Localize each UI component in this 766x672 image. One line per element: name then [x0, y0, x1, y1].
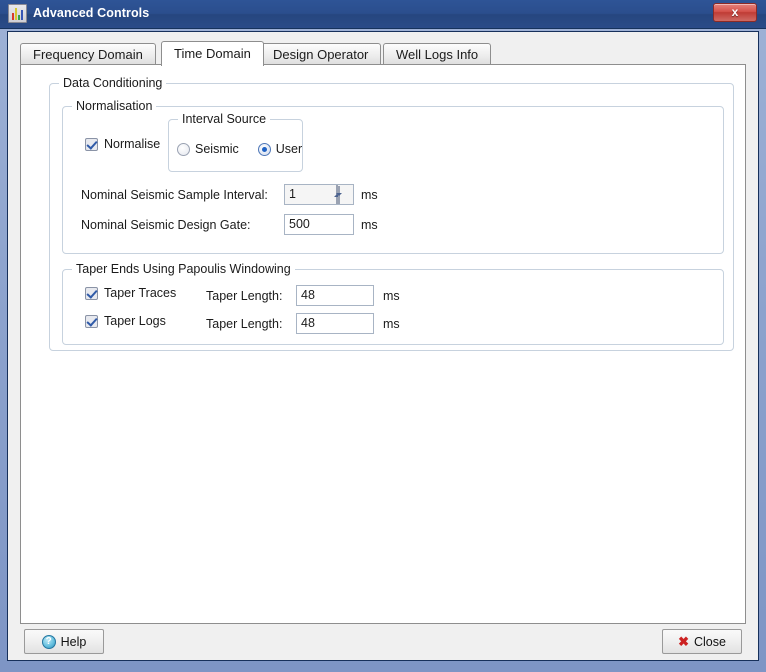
close-button[interactable]: ✖ Close	[662, 629, 742, 654]
interval-source-options: Seismic User	[177, 142, 302, 159]
advanced-controls-window: Advanced Controls x Frequency Domain Tim…	[0, 0, 766, 672]
question-circle-icon	[41, 634, 56, 649]
sample-interval-unit: ms	[361, 188, 378, 202]
normalise-label: Normalise	[104, 137, 161, 151]
help-button-label: Help	[60, 634, 87, 649]
tab-frequency-domain[interactable]: Frequency Domain	[20, 43, 156, 65]
group-interval-source: Interval Source Seismic User	[168, 112, 303, 172]
taper-traces-checkbox-row[interactable]: Taper Traces	[85, 286, 176, 300]
window-close-button[interactable]: x	[713, 3, 757, 22]
radio-row-user[interactable]: User	[257, 142, 303, 156]
spinner-down-icon[interactable]	[338, 186, 340, 204]
normalise-checkbox-row[interactable]: Normalise	[85, 137, 160, 151]
taper-logs-checkbox[interactable]	[85, 314, 98, 328]
sample-interval-stepper[interactable]: 1	[284, 184, 354, 205]
close-icon: x	[731, 5, 739, 19]
radio-label-user: User	[275, 142, 303, 156]
dialog-footer: Help ✖ Close	[8, 624, 758, 660]
taper-logs-label: Taper Logs	[104, 314, 166, 328]
group-taper-ends: Taper Ends Using Papoulis Windowing Tape…	[62, 262, 724, 345]
radio-row-seismic[interactable]: Seismic	[177, 142, 239, 156]
window-client-area: Frequency Domain Time Domain Design Oper…	[7, 31, 759, 661]
tabstrip: Frequency Domain Time Domain Design Oper…	[20, 41, 740, 66]
design-gate-label: Nominal Seismic Design Gate:	[81, 218, 251, 232]
design-gate-input[interactable]: 500	[284, 214, 354, 235]
taper-logs-length-input[interactable]: 48	[296, 313, 374, 334]
window-titlebar: Advanced Controls x	[0, 0, 766, 29]
red-x-icon: ✖	[678, 634, 689, 649]
group-legend-taper: Taper Ends Using Papoulis Windowing	[72, 262, 295, 276]
taper-traces-length-input[interactable]: 48	[296, 285, 374, 306]
normalise-checkbox[interactable]	[85, 137, 98, 151]
group-legend-data-conditioning: Data Conditioning	[59, 76, 167, 90]
window-title: Advanced Controls	[33, 6, 150, 20]
design-gate-unit: ms	[361, 218, 378, 232]
help-button[interactable]: Help	[24, 629, 104, 654]
sample-interval-value: 1	[289, 187, 296, 201]
group-normalisation: Normalisation Normalise Interval Source …	[62, 99, 724, 254]
tab-well-logs-info[interactable]: Well Logs Info	[383, 43, 492, 65]
taper-logs-checkbox-row[interactable]: Taper Logs	[85, 314, 166, 328]
tab-page-time-domain: Data Conditioning Normalisation Normalis…	[20, 64, 746, 624]
radio-user[interactable]	[257, 142, 271, 156]
close-button-label: Close	[693, 634, 726, 649]
taper-logs-length-label: Taper Length:	[206, 317, 283, 331]
group-legend-interval-source: Interval Source	[178, 112, 271, 126]
taper-traces-label: Taper Traces	[104, 286, 177, 300]
group-data-conditioning: Data Conditioning Normalisation Normalis…	[49, 76, 734, 351]
tab-design-operator[interactable]: Design Operator	[260, 43, 382, 65]
sample-interval-label: Nominal Seismic Sample Interval:	[81, 188, 268, 202]
group-legend-normalisation: Normalisation	[72, 99, 157, 113]
taper-logs-unit: ms	[383, 317, 400, 331]
taper-traces-unit: ms	[383, 289, 400, 303]
radio-label-seismic: Seismic	[195, 142, 239, 156]
tab-time-domain[interactable]: Time Domain	[161, 41, 264, 66]
taper-traces-checkbox[interactable]	[85, 286, 98, 300]
radio-seismic[interactable]	[177, 142, 190, 156]
taper-traces-length-label: Taper Length:	[206, 289, 283, 303]
sample-interval-spin-buttons[interactable]	[336, 185, 352, 204]
bar-chart-icon	[8, 4, 27, 23]
